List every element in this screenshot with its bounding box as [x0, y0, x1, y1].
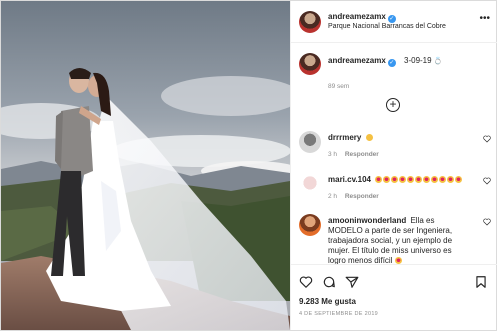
- author-username-text[interactable]: andreamezamx: [328, 12, 386, 21]
- instagram-post: andreamezamx ✓ Parque Nacional Barrancas …: [0, 0, 497, 331]
- ring-emoji-icon: 💍: [433, 58, 443, 65]
- like-comment-heart-icon[interactable]: [483, 177, 491, 185]
- heart-eyes-emoji-icon: [423, 176, 431, 183]
- like-comment-heart-icon[interactable]: [483, 135, 491, 143]
- post-date: 4 DE SEPTIEMBRE DE 2019: [299, 311, 379, 317]
- comment-time: 3 h: [328, 151, 338, 158]
- emoji-icon: [394, 257, 402, 264]
- caption-username-text[interactable]: andreamezamx: [328, 56, 386, 65]
- comment-icon[interactable]: [322, 275, 336, 289]
- author-username[interactable]: andreamezamx ✓: [328, 12, 396, 23]
- like-count[interactable]: 9.283 Me gusta: [299, 297, 356, 306]
- post-details-panel: andreamezamx ✓ Parque Nacional Barrancas …: [290, 1, 497, 330]
- heart-eyes-emoji-icon: [399, 176, 407, 183]
- author-avatar[interactable]: [299, 11, 321, 33]
- verified-icon: ✓: [387, 15, 396, 23]
- caption-author-avatar[interactable]: [299, 53, 321, 75]
- commenter-username[interactable]: drrrmery: [328, 133, 361, 142]
- commenter-username[interactable]: amooninwonderland: [328, 216, 406, 225]
- heart-eyes-emoji-icon: [407, 176, 415, 183]
- heart-eyes-emoji-icon: [455, 176, 463, 183]
- heart-eyes-emoji-icon: [391, 176, 399, 183]
- caption-timestamp[interactable]: 89 sem: [328, 83, 349, 90]
- comment-meta: 2 h Responder: [328, 193, 379, 200]
- reply-button[interactable]: Responder: [345, 151, 379, 158]
- load-more-comments-icon[interactable]: +: [386, 98, 400, 112]
- more-options-icon[interactable]: •••: [479, 14, 490, 24]
- comments-section[interactable]: andreamezamx ✓ 3-09-19 💍 89 sem + drrrmer…: [291, 44, 497, 264]
- commenter-avatar[interactable]: [299, 173, 321, 195]
- caption-username[interactable]: andreamezamx ✓: [328, 56, 396, 67]
- comment-meta: 3 h Responder: [328, 151, 379, 158]
- post-photo[interactable]: [1, 1, 290, 330]
- comment-body: drrrmery: [328, 133, 468, 143]
- heart-eyes-emoji-icon: [375, 176, 383, 183]
- commenter-username[interactable]: mari.cv.104: [328, 175, 371, 184]
- heart-icon[interactable]: [299, 275, 313, 289]
- comment-body: amooninwonderland Ella es MODELO a parte…: [328, 216, 468, 264]
- comment-body: mari.cv.104: [328, 175, 488, 185]
- like-comment-heart-icon[interactable]: [483, 218, 491, 226]
- commenter-avatar[interactable]: [299, 214, 321, 236]
- share-icon[interactable]: [345, 275, 359, 289]
- heart-eyes-emoji-icon: [431, 176, 439, 183]
- comment-time: 2 h: [328, 193, 338, 200]
- heart-eyes-emoji-icon: [383, 176, 391, 183]
- verified-icon: ✓: [387, 59, 396, 67]
- bookmark-icon[interactable]: [474, 275, 488, 289]
- caption-text: 3-09-19 💍: [404, 56, 443, 65]
- heart-eyes-emoji-row: [375, 175, 463, 184]
- post-location[interactable]: Parque Nacional Barrancas del Cobre: [328, 23, 446, 30]
- wedding-photo-image: [1, 1, 290, 330]
- post-actions-bar: 9.283 Me gusta 4 DE SEPTIEMBRE DE 2019: [291, 264, 497, 330]
- heart-eyes-emoji-icon: [415, 176, 423, 183]
- heart-eyes-emoji-icon: [447, 176, 455, 183]
- post-header: andreamezamx ✓ Parque Nacional Barrancas …: [291, 1, 497, 43]
- caption-text-value: 3-09-19: [404, 56, 432, 65]
- commenter-avatar[interactable]: [299, 131, 321, 153]
- reply-button[interactable]: Responder: [345, 193, 379, 200]
- heart-eyes-emoji-icon: [439, 176, 447, 183]
- smile-emoji-icon: [365, 134, 373, 141]
